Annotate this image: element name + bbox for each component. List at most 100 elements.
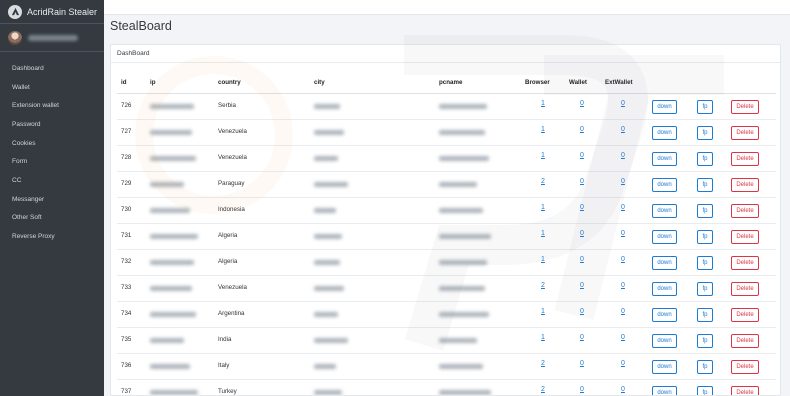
delete-button[interactable]: Delete	[731, 256, 759, 270]
wallet-count-link[interactable]: 0	[580, 100, 584, 107]
extwallet-count-link[interactable]: 0	[621, 360, 625, 367]
row-country: Italy	[218, 362, 230, 369]
delete-button[interactable]: Delete	[731, 126, 759, 140]
table-row: 731 Algeria 1 0 0 down fp Delete	[117, 224, 776, 250]
fp-button[interactable]: fp	[697, 230, 713, 244]
delete-button[interactable]: Delete	[731, 360, 759, 374]
wallet-count-link[interactable]: 0	[580, 126, 584, 133]
row-city-redacted	[314, 234, 342, 241]
table-row: 728 Venezuela 1 0 0 down fp Delete	[117, 146, 776, 172]
extwallet-count-link[interactable]: 0	[621, 334, 625, 341]
extwallet-count-link[interactable]: 0	[621, 308, 625, 315]
sidebar-item-dashboard[interactable]: Dashboard	[0, 59, 104, 78]
row-country: Paraguay	[218, 180, 245, 187]
wallet-count-link[interactable]: 0	[580, 152, 584, 159]
extwallet-count-link[interactable]: 0	[621, 100, 625, 107]
extwallet-count-link[interactable]: 0	[621, 204, 625, 211]
delete-button[interactable]: Delete	[731, 178, 759, 192]
fp-button[interactable]: fp	[697, 178, 713, 192]
browser-count-link[interactable]: 1	[541, 204, 545, 211]
fp-button[interactable]: fp	[697, 152, 713, 166]
fp-button[interactable]: fp	[697, 100, 713, 114]
browser-count-link[interactable]: 1	[541, 334, 545, 341]
down-button[interactable]: down	[652, 152, 677, 166]
down-button[interactable]: down	[652, 386, 677, 395]
delete-button[interactable]: Delete	[731, 334, 759, 348]
user-panel[interactable]	[0, 24, 104, 52]
sidebar-item-cc[interactable]: CC	[0, 171, 104, 190]
fp-button[interactable]: fp	[697, 386, 713, 395]
down-button[interactable]: down	[652, 308, 677, 322]
table-row: 733 Venezuela 2 0 0 down fp Delete	[117, 276, 776, 302]
fp-button[interactable]: fp	[697, 256, 713, 270]
sidebar-item-wallet[interactable]: Wallet	[0, 78, 104, 97]
extwallet-count-link[interactable]: 0	[621, 256, 625, 263]
browser-count-link[interactable]: 2	[541, 386, 545, 393]
delete-button[interactable]: Delete	[731, 386, 759, 395]
extwallet-count-link[interactable]: 0	[621, 152, 625, 159]
fp-button[interactable]: fp	[697, 334, 713, 348]
delete-button[interactable]: Delete	[731, 100, 759, 114]
delete-button[interactable]: Delete	[731, 204, 759, 218]
fp-button[interactable]: fp	[697, 126, 713, 140]
down-button[interactable]: down	[652, 100, 677, 114]
fp-button[interactable]: fp	[697, 308, 713, 322]
fp-button[interactable]: fp	[697, 204, 713, 218]
extwallet-count-link[interactable]: 0	[621, 230, 625, 237]
delete-button[interactable]: Delete	[731, 282, 759, 296]
extwallet-count-link[interactable]: 0	[621, 282, 625, 289]
wallet-count-link[interactable]: 0	[580, 230, 584, 237]
sidebar-item-cookies[interactable]: Cookies	[0, 134, 104, 153]
delete-button[interactable]: Delete	[731, 230, 759, 244]
row-city-redacted	[314, 390, 342, 395]
down-button[interactable]: down	[652, 256, 677, 270]
down-button[interactable]: down	[652, 178, 677, 192]
browser-count-link[interactable]: 1	[541, 100, 545, 107]
wallet-count-link[interactable]: 0	[580, 204, 584, 211]
row-id: 737	[121, 388, 132, 395]
wallet-count-link[interactable]: 0	[580, 256, 584, 263]
row-id: 727	[121, 128, 132, 135]
browser-count-link[interactable]: 2	[541, 360, 545, 367]
wallet-count-link[interactable]: 0	[580, 386, 584, 393]
table-row: 727 Venezuela 1 0 0 down fp Delete	[117, 120, 776, 146]
top-navbar	[104, 0, 790, 15]
down-button[interactable]: down	[652, 334, 677, 348]
row-pcname-redacted	[439, 130, 485, 137]
sidebar-item-reverse-proxy[interactable]: Reverse Proxy	[0, 227, 104, 246]
browser-count-link[interactable]: 1	[541, 152, 545, 159]
sidebar-item-form[interactable]: Form	[0, 152, 104, 171]
header-ip: ip	[150, 79, 156, 86]
header-wallet: Wallet	[569, 79, 587, 86]
row-ip-redacted	[150, 156, 196, 163]
browser-count-link[interactable]: 1	[541, 126, 545, 133]
extwallet-count-link[interactable]: 0	[621, 386, 625, 393]
down-button[interactable]: down	[652, 230, 677, 244]
down-button[interactable]: down	[652, 360, 677, 374]
delete-button[interactable]: Delete	[731, 308, 759, 322]
browser-count-link[interactable]: 1	[541, 308, 545, 315]
row-country: India	[218, 336, 232, 343]
sidebar-item-password[interactable]: Password	[0, 115, 104, 134]
sidebar-item-messanger[interactable]: Messanger	[0, 190, 104, 209]
brand[interactable]: AcridRain Stealer	[0, 0, 104, 24]
wallet-count-link[interactable]: 0	[580, 360, 584, 367]
browser-count-link[interactable]: 2	[541, 282, 545, 289]
browser-count-link[interactable]: 2	[541, 178, 545, 185]
down-button[interactable]: down	[652, 126, 677, 140]
wallet-count-link[interactable]: 0	[580, 282, 584, 289]
delete-button[interactable]: Delete	[731, 152, 759, 166]
down-button[interactable]: down	[652, 282, 677, 296]
browser-count-link[interactable]: 1	[541, 230, 545, 237]
wallet-count-link[interactable]: 0	[580, 334, 584, 341]
fp-button[interactable]: fp	[697, 360, 713, 374]
sidebar-item-extension-wallet[interactable]: Extension wallet	[0, 96, 104, 115]
extwallet-count-link[interactable]: 0	[621, 178, 625, 185]
sidebar-item-other-soft[interactable]: Other Soft	[0, 209, 104, 228]
wallet-count-link[interactable]: 0	[580, 178, 584, 185]
browser-count-link[interactable]: 1	[541, 256, 545, 263]
down-button[interactable]: down	[652, 204, 677, 218]
fp-button[interactable]: fp	[697, 282, 713, 296]
extwallet-count-link[interactable]: 0	[621, 126, 625, 133]
wallet-count-link[interactable]: 0	[580, 308, 584, 315]
